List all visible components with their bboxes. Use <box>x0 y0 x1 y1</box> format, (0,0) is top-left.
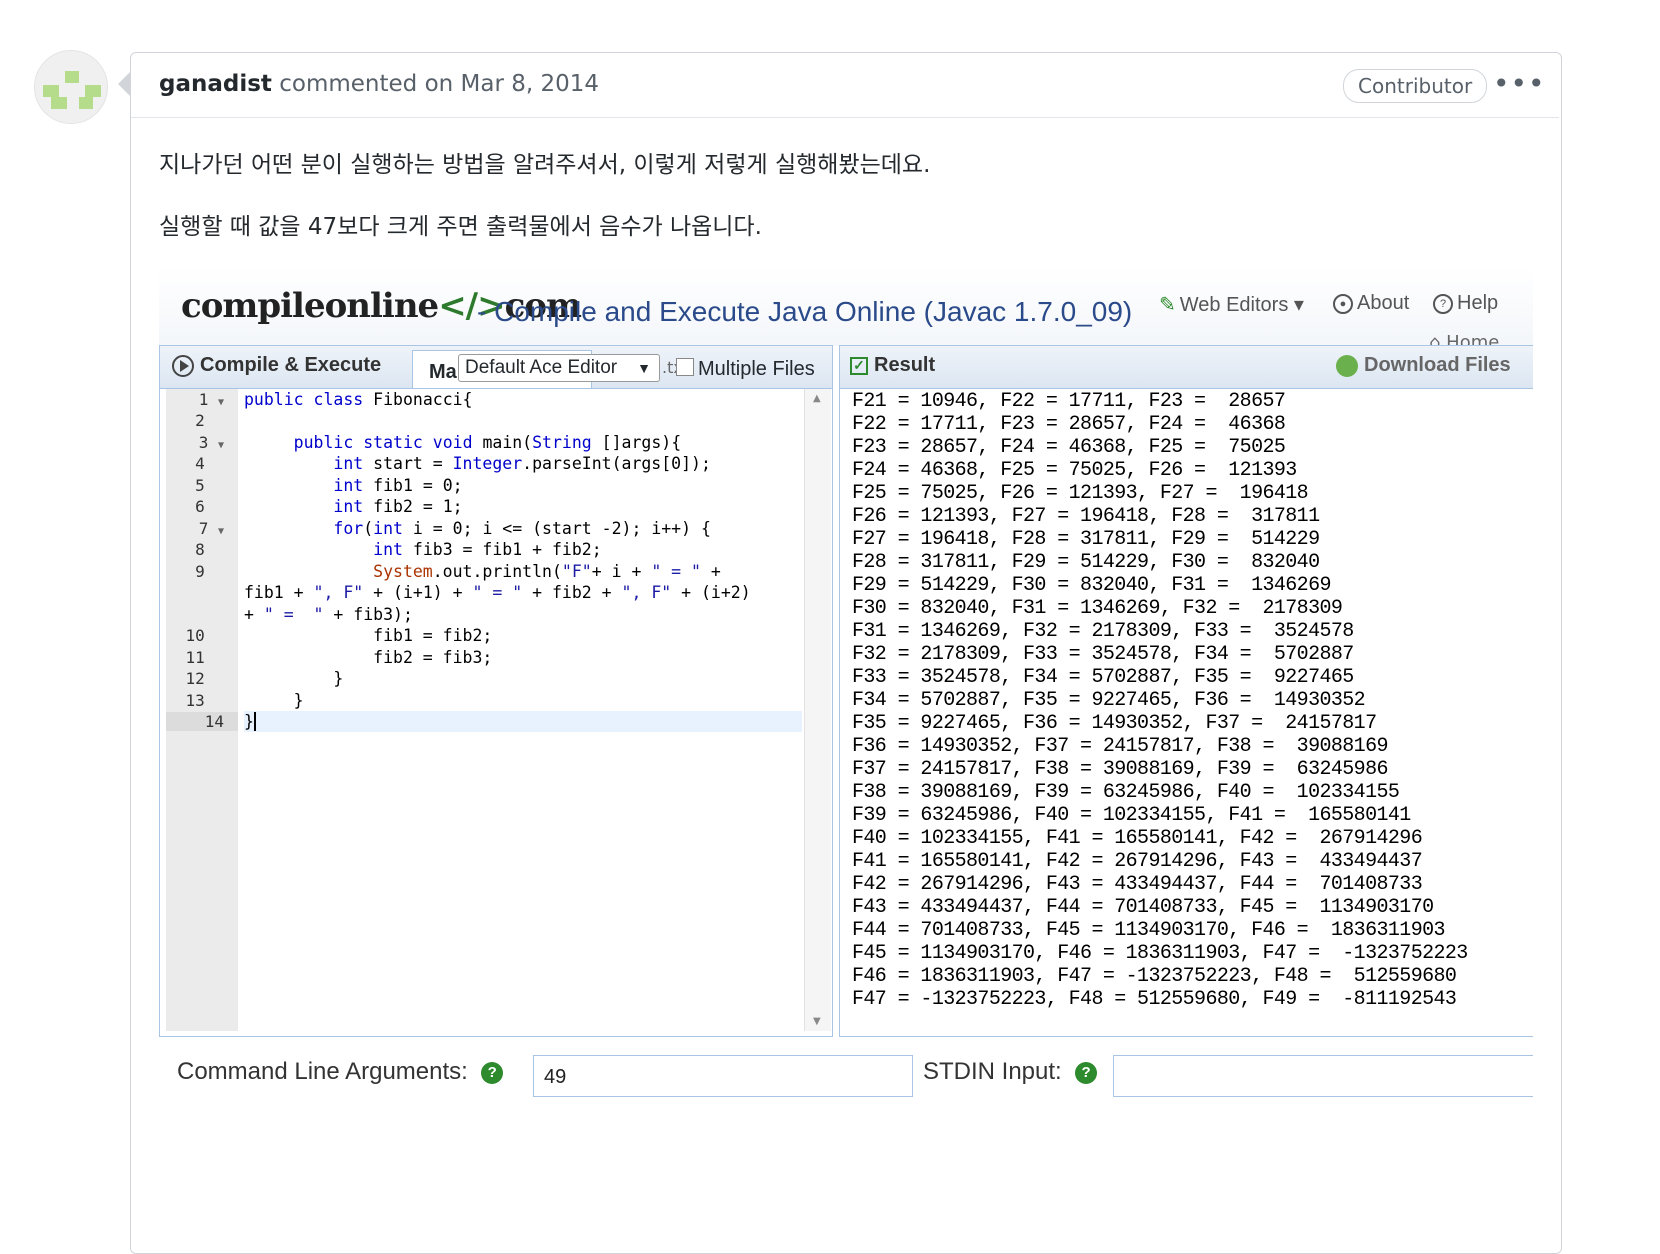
line-number-active: 14 <box>166 712 238 731</box>
comment-timestamp[interactable]: commented on Mar 8, 2014 <box>279 71 599 97</box>
line-number: 5 <box>195 476 205 495</box>
nav-web-editors[interactable]: ✎ Web Editors ▾ <box>1159 292 1304 317</box>
multiple-files-checkbox[interactable]: Multiple Files <box>676 358 815 381</box>
output-line: F39 = 63245986, F40 = 102334155, F41 = 1… <box>852 804 1411 827</box>
output-line: F45 = 1134903170, F46 = 1836311903, F47 … <box>852 942 1468 965</box>
check-icon: ✓ <box>850 356 868 375</box>
output-line: F41 = 165580141, F42 = 267914296, F43 = … <box>852 850 1423 873</box>
output-line: F47 = -1323752223, F48 = 512559680, F49 … <box>852 988 1457 1011</box>
comment-header: ganadist commented on Mar 8, 2014 Contri… <box>131 53 1559 118</box>
comment-box: ganadist commented on Mar 8, 2014 Contri… <box>130 52 1562 1254</box>
active-line-highlight <box>244 711 802 732</box>
output-line: F34 = 5702887, F35 = 9227465, F36 = 1493… <box>852 689 1366 712</box>
scroll-down-icon[interactable]: ▼ <box>813 1016 821 1027</box>
output-line: F24 = 46368, F25 = 75025, F26 = 121393 <box>852 459 1297 482</box>
comment-paragraph: 실행할 때 값을 47보다 크게 주면 출력물에서 음수가 나옵니다. <box>159 214 762 240</box>
download-icon <box>1336 354 1358 377</box>
help-icon[interactable]: ? <box>481 1061 504 1084</box>
help-icon[interactable]: ? <box>1075 1061 1098 1084</box>
question-circle-icon: ? <box>1433 293 1453 314</box>
line-number: 13 <box>185 691 205 710</box>
output-line: F35 = 9227465, F36 = 14930352, F37 = 241… <box>852 712 1377 735</box>
output-line: F21 = 10946, F22 = 17711, F23 = 28657 <box>852 390 1286 413</box>
embedded-screenshot: compileonline</>com - Compile and Execut… <box>159 268 1533 1148</box>
output-line: F28 = 317811, F29 = 514229, F30 = 832040 <box>852 551 1320 574</box>
line-number: 7 ▼ <box>198 519 224 538</box>
output-line: F43 = 433494437, F44 = 701408733, F45 = … <box>852 896 1434 919</box>
cmd-args-input[interactable]: 49 <box>533 1055 913 1097</box>
output-line: F29 = 514229, F30 = 832040, F31 = 134626… <box>852 574 1331 597</box>
site-subtitle: - Compile and Execute Java Online (Javac… <box>477 296 1133 327</box>
output-line: F38 = 39088169, F39 = 63245986, F40 = 10… <box>852 781 1400 804</box>
result-title: ✓ Result <box>850 354 935 377</box>
output-line: F40 = 102334155, F41 = 165580141, F42 = … <box>852 827 1423 850</box>
author-link[interactable]: ganadist <box>159 71 272 97</box>
output-line: F22 = 17711, F23 = 28657, F24 = 46368 <box>852 413 1286 436</box>
output-line: F36 = 14930352, F37 = 24157817, F38 = 39… <box>852 735 1389 758</box>
stdin-input[interactable] <box>1113 1055 1533 1097</box>
pencil-icon: ✎ <box>1159 294 1176 316</box>
output-line: F37 = 24157817, F38 = 39088169, F39 = 63… <box>852 758 1389 781</box>
comment-byline: ganadist commented on Mar 8, 2014 <box>159 71 599 97</box>
more-options-icon[interactable]: ••• <box>1493 67 1546 100</box>
line-number: 8 <box>195 540 205 559</box>
nav-help[interactable]: ? Help <box>1433 292 1498 315</box>
output-line: F27 = 196418, F28 = 317811, F29 = 514229 <box>852 528 1320 551</box>
output-line: F46 = 1836311903, F47 = -1323752223, F48… <box>852 965 1457 988</box>
output-line: F25 = 75025, F26 = 121393, F27 = 196418 <box>852 482 1309 505</box>
line-number: 11 <box>185 648 205 667</box>
editor-tabs: Compile & Execute Ma Default Ace Editor ▼… <box>160 346 832 389</box>
user-avatar[interactable] <box>34 50 108 124</box>
output-line: F31 = 1346269, F32 = 2178309, F33 = 3524… <box>852 620 1354 643</box>
output-line: F32 = 2178309, F33 = 3524578, F34 = 5702… <box>852 643 1354 666</box>
line-number: 3 ▼ <box>198 433 224 452</box>
line-number-gutter: 1 ▼ 2 3 ▼ 4 5 6 7 ▼ 8 9 10 11 12 13 14 <box>166 389 238 1031</box>
editor-theme-select[interactable]: Default Ace Editor ▼ <box>458 354 660 382</box>
dropdown-arrow-icon: ▼ <box>637 360 651 376</box>
comment-paragraph: 지나가던 어떤 분이 실행하는 방법을 알려주셔서, 이렇게 저렇게 실행해봤는… <box>159 152 931 178</box>
user-circle-icon: ● <box>1333 293 1353 314</box>
caret-down-icon: ▾ <box>1293 294 1304 316</box>
checkbox-icon[interactable] <box>676 358 694 376</box>
output-line: F26 = 121393, F27 = 196418, F28 = 317811 <box>852 505 1320 528</box>
nav-about[interactable]: ● About <box>1333 292 1409 315</box>
comment-pointer <box>118 72 130 96</box>
stdin-label: STDIN Input: ? <box>923 1058 1098 1086</box>
line-number: 4 <box>195 454 205 473</box>
cmd-args-label: Command Line Arguments: ? <box>177 1058 504 1086</box>
contributor-badge: Contributor <box>1343 69 1488 103</box>
output-line: F44 = 701408733, F45 = 1134903170, F46 =… <box>852 919 1446 942</box>
editor-scrollbar[interactable]: ▲ ▼ <box>804 389 831 1031</box>
play-icon <box>172 354 194 377</box>
line-number: 10 <box>185 626 205 645</box>
editor-panel: Compile & Execute Ma Default Ace Editor ▼… <box>159 345 833 1037</box>
scroll-up-icon[interactable]: ▲ <box>813 393 821 404</box>
output-line: F33 = 3524578, F34 = 5702887, F35 = 9227… <box>852 666 1354 689</box>
result-panel: ✓ Result Download Files F21 = 10946, F22 … <box>839 345 1533 1037</box>
site-header: compileonline</>com - Compile and Execut… <box>159 268 1533 353</box>
line-number: 6 <box>195 497 205 516</box>
compile-execute-button[interactable]: Compile & Execute <box>172 354 381 377</box>
line-number: 1 ▼ <box>198 390 224 409</box>
output-line: F23 = 28657, F24 = 46368, F25 = 75025 <box>852 436 1286 459</box>
line-number: 2 <box>195 411 205 430</box>
download-files-button[interactable]: Download Files <box>1336 354 1511 377</box>
output-line: F30 = 832040, F31 = 1346269, F32 = 21783… <box>852 597 1343 620</box>
result-header: ✓ Result Download Files <box>840 346 1533 389</box>
line-number: 12 <box>185 669 205 688</box>
line-number: 9 <box>195 562 205 581</box>
output-line: F42 = 267914296, F43 = 433494437, F44 = … <box>852 873 1423 896</box>
code-editor[interactable]: public class Fibonacci{ public static vo… <box>244 389 802 1031</box>
